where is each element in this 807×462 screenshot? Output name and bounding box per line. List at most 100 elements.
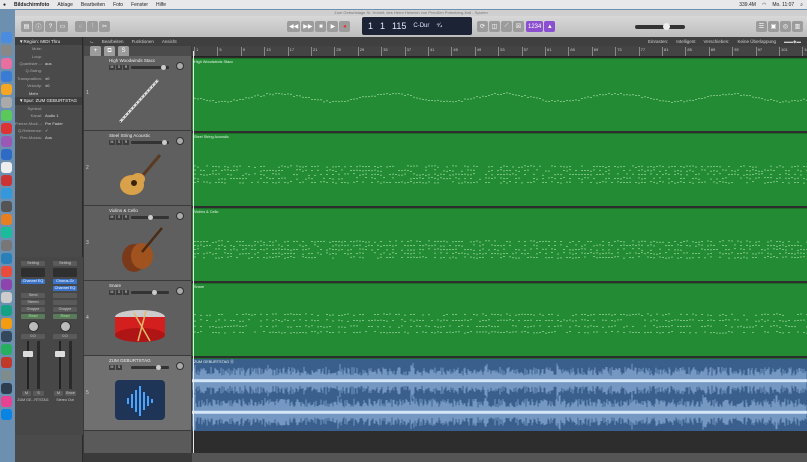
- dock-app-icon[interactable]: [1, 97, 12, 108]
- stop-button[interactable]: ■: [315, 21, 327, 32]
- wifi-icon[interactable]: ◠: [762, 2, 766, 8]
- track-volume-slider[interactable]: [131, 290, 169, 295]
- inspector-value[interactable]: ±0: [45, 83, 49, 88]
- menu-bearbeiten[interactable]: Bearbeiten: [81, 2, 105, 8]
- track-volume-slider[interactable]: [131, 365, 169, 370]
- tuner-button[interactable]: ⟋: [501, 21, 512, 32]
- dock-app-icon[interactable]: [1, 71, 12, 82]
- dock-app-icon[interactable]: [1, 240, 12, 251]
- dock-app-icon[interactable]: [1, 110, 12, 121]
- dock-app-icon[interactable]: [1, 201, 12, 212]
- lcd-key[interactable]: C-Dur: [413, 23, 429, 29]
- dock-app-icon[interactable]: [1, 175, 12, 186]
- region-inspector-header[interactable]: ▼ Region: MIDI Thru: [15, 37, 82, 45]
- dock-app-icon[interactable]: [1, 149, 12, 160]
- menu-functions[interactable]: Funktionen: [132, 39, 154, 44]
- menu-edit[interactable]: Bearbeiten: [102, 39, 124, 44]
- solo-button[interactable]: S: [116, 290, 122, 295]
- track-header[interactable]: 5 ZUM GEBURTSTAG MS: [84, 356, 191, 431]
- menu-fenster[interactable]: Fenster: [131, 2, 148, 8]
- mute-button[interactable]: M: [109, 365, 115, 370]
- editors-button[interactable]: ✂: [99, 21, 110, 32]
- lcd-signature[interactable]: ⁴⁄₄: [436, 23, 442, 29]
- replace-button[interactable]: ◫: [489, 21, 500, 32]
- global-tracks-button[interactable]: S: [118, 45, 129, 57]
- memory-status[interactable]: 339.4M: [739, 2, 756, 8]
- solo-button[interactable]: ☒: [513, 21, 524, 32]
- drag-select[interactable]: Keine Überlappung: [738, 39, 777, 44]
- solo-button[interactable]: S: [116, 140, 122, 145]
- eq-display[interactable]: [53, 268, 77, 277]
- track-volume-slider[interactable]: [131, 215, 169, 220]
- inspector-value[interactable]: ±0: [45, 76, 49, 81]
- output-button[interactable]: Stereo: [21, 300, 45, 305]
- midi-region[interactable]: Steel String Acoustic: [192, 133, 807, 206]
- horizontal-scrollbar[interactable]: [192, 453, 807, 462]
- dock-app-icon[interactable]: [1, 123, 12, 134]
- pan-knob[interactable]: [59, 321, 71, 332]
- mute-button[interactable]: M: [109, 215, 115, 220]
- notepad-button[interactable]: ▣: [768, 21, 779, 32]
- apple-icon[interactable]: ●: [3, 2, 6, 8]
- dock-app-icon[interactable]: [1, 331, 12, 342]
- catch-icon[interactable]: ⌙: [90, 39, 94, 45]
- lcd-tempo[interactable]: 115: [392, 21, 406, 31]
- track-header[interactable]: 2 Steel String Acoustic MSR: [84, 131, 191, 206]
- browser-button[interactable]: ▥: [792, 21, 803, 32]
- track-name[interactable]: ZUM GEBURTSTAG: [109, 358, 151, 363]
- play-button[interactable]: ▶: [327, 21, 339, 32]
- lcd-display[interactable]: 1 1 115 C-Dur ⁴⁄₄: [362, 17, 472, 35]
- pan-knob[interactable]: [176, 62, 184, 70]
- audio-region[interactable]: ZUM GEBURTSTAG ⓪: [192, 358, 807, 431]
- inspector-value[interactable]: ✓: [45, 128, 48, 133]
- mute-button[interactable]: M: [109, 290, 115, 295]
- dock-app-icon[interactable]: [1, 162, 12, 173]
- track-volume-slider[interactable]: [131, 140, 169, 145]
- plugin-slot[interactable]: Channel EQ: [53, 286, 77, 291]
- record-button[interactable]: ●: [339, 21, 351, 32]
- menu-view[interactable]: Ansicht: [162, 39, 177, 44]
- group-button[interactable]: Gruppe: [21, 307, 45, 312]
- clock[interactable]: Mo. 11:07: [772, 2, 794, 8]
- solo-button[interactable]: S: [116, 215, 122, 220]
- dock-app-icon[interactable]: [1, 253, 12, 264]
- menu-foto[interactable]: Foto: [113, 2, 123, 8]
- setting-button[interactable]: Setting: [21, 261, 45, 266]
- output-button[interactable]: [53, 300, 77, 305]
- menu-app[interactable]: Bildschirmfoto: [14, 2, 49, 8]
- dock-app-icon[interactable]: [1, 188, 12, 199]
- track-header[interactable]: 1 High Woodwinds Stacc MSR: [84, 56, 191, 131]
- mute-button[interactable]: M: [54, 391, 63, 396]
- menu-hilfe[interactable]: Hilfe: [156, 2, 166, 8]
- ruler[interactable]: 1 5 9 13 17 21 25 29 33 37 41 45 49 53 57 61 65 69 73 77 81 8…: [192, 46, 807, 57]
- dock-app-icon[interactable]: [1, 266, 12, 277]
- list-editors-button[interactable]: ☰: [756, 21, 767, 32]
- toolbar-button[interactable]: ▭: [57, 21, 68, 32]
- dock-app-icon[interactable]: [1, 370, 12, 381]
- midi-region[interactable]: High Woodwinds Stacc: [192, 58, 807, 131]
- record-enable-button[interactable]: R: [123, 65, 129, 70]
- track-name[interactable]: Steel String Acoustic: [109, 133, 150, 138]
- pan-knob[interactable]: [176, 362, 184, 370]
- dock-app-icon[interactable]: [1, 409, 12, 420]
- rewind-button[interactable]: ◀◀: [287, 21, 301, 32]
- dock-app-icon[interactable]: [1, 279, 12, 290]
- record-enable-button[interactable]: R: [123, 215, 129, 220]
- dock-app-icon[interactable]: [1, 58, 12, 69]
- metronome-button[interactable]: ▲: [544, 21, 556, 32]
- mixer-button[interactable]: ⫶: [87, 21, 98, 32]
- forward-button[interactable]: ▶▶: [301, 21, 315, 32]
- dock-app-icon[interactable]: [1, 383, 12, 394]
- inspector-button[interactable]: ⓘ: [33, 21, 44, 32]
- track-header[interactable]: 4 Snare MSR: [84, 281, 191, 356]
- send-slot[interactable]: Send: [21, 293, 45, 298]
- midi-region[interactable]: Violins & Cello: [192, 208, 807, 281]
- pan-knob[interactable]: [176, 287, 184, 295]
- plugin-slot[interactable]: Channel EQ: [21, 279, 45, 284]
- dock-app-icon[interactable]: [1, 32, 12, 43]
- midi-region[interactable]: Snare: [192, 283, 807, 356]
- loop-browser-button[interactable]: ◎: [780, 21, 791, 32]
- inspector-value[interactable]: Pre Fader: [45, 121, 63, 126]
- track-name[interactable]: High Woodwinds Stacc: [109, 58, 155, 63]
- eq-display[interactable]: [21, 268, 45, 277]
